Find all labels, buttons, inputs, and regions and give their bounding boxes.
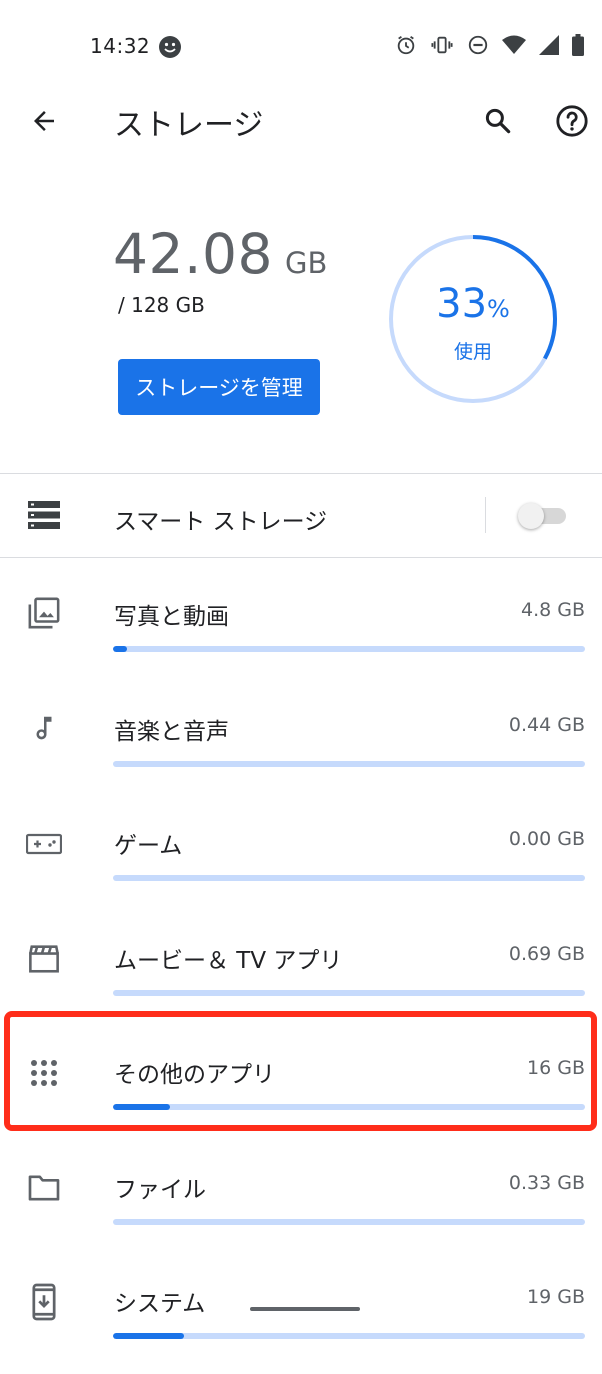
back-button[interactable] (22, 99, 66, 143)
alarm-icon (395, 34, 417, 56)
category-size: 0.00 GB (508, 828, 585, 850)
system-update-icon (24, 1282, 64, 1322)
help-icon (556, 105, 588, 137)
storage-list-icon (28, 501, 60, 533)
category-size: 0.69 GB (508, 943, 585, 965)
used-storage: 42.08 GB (113, 222, 327, 286)
category-progress-fill (113, 1333, 184, 1339)
category-size: 0.33 GB (508, 1172, 585, 1194)
gamepad-icon (24, 824, 64, 864)
photo-icon (24, 593, 64, 633)
smart-storage-row[interactable]: スマート ストレージ (0, 474, 602, 557)
search-icon (485, 108, 511, 134)
category-progress (113, 1219, 585, 1225)
status-bar: 14:32 (0, 0, 602, 95)
category-files[interactable]: ファイル 0.33 GB (0, 1146, 602, 1260)
category-photos-videos[interactable]: 写真と動画 4.8 GB (0, 573, 602, 687)
category-progress (113, 646, 585, 652)
manage-storage-button[interactable]: ストレージを管理 (118, 359, 320, 415)
category-size: 4.8 GB (520, 599, 585, 621)
usage-percent-sign: % (487, 295, 510, 323)
total-storage: / 128 GB (118, 293, 205, 317)
arrow-back-icon (34, 111, 54, 131)
category-progress (113, 875, 585, 881)
category-size: 16 GB (527, 1057, 585, 1079)
category-label: システム (114, 1291, 206, 1317)
category-progress (113, 761, 585, 767)
category-size: 19 GB (527, 1286, 585, 1308)
status-time: 14:32 (90, 34, 151, 58)
usage-percent: 33% 使用 (388, 282, 558, 364)
category-label: ファイル (114, 1177, 206, 1203)
category-label: ゲーム (114, 833, 183, 859)
category-size: 0.44 GB (508, 714, 585, 736)
battery-icon (572, 34, 584, 56)
smart-storage-separator (485, 497, 486, 533)
navigation-handle[interactable] (250, 1307, 360, 1311)
category-label: 音楽と音声 (114, 719, 229, 745)
cell-signal-icon (539, 35, 559, 55)
smart-storage-toggle[interactable] (518, 503, 568, 529)
help-button[interactable] (550, 99, 594, 143)
used-storage-unit: GB (284, 246, 328, 280)
category-label: ムービー＆ TV アプリ (114, 948, 343, 974)
do-not-disturb-icon (467, 34, 489, 56)
divider (0, 557, 602, 558)
toggle-thumb (518, 503, 544, 529)
category-progress (113, 1104, 585, 1110)
apps-grid-icon (24, 1053, 64, 1093)
search-button[interactable] (476, 99, 520, 143)
used-storage-value: 42.08 (113, 222, 273, 286)
smiley-icon (158, 35, 182, 63)
category-music-audio[interactable]: 音楽と音声 0.44 GB (0, 688, 602, 802)
smart-storage-label: スマート ストレージ (114, 509, 328, 535)
page-title: ストレージ (114, 108, 264, 143)
app-bar: ストレージ (0, 95, 602, 151)
movie-icon (24, 939, 64, 979)
usage-percent-label: 使用 (453, 341, 492, 363)
category-progress (113, 990, 585, 996)
usage-percent-value: 33 (436, 281, 488, 327)
category-system[interactable]: システム 19 GB (0, 1260, 602, 1374)
status-icons (395, 34, 584, 56)
wifi-icon (502, 35, 526, 55)
category-progress (113, 1333, 585, 1339)
music-note-icon (24, 708, 64, 748)
category-progress-fill (113, 1104, 170, 1110)
category-progress-fill (113, 646, 128, 652)
vibrate-icon (430, 34, 454, 56)
category-other-apps[interactable]: その他のアプリ 16 GB (0, 1031, 602, 1145)
category-games[interactable]: ゲーム 0.00 GB (0, 802, 602, 916)
category-label: その他のアプリ (114, 1062, 275, 1088)
category-label: 写真と動画 (114, 604, 229, 630)
category-movies-tv[interactable]: ムービー＆ TV アプリ 0.69 GB (0, 917, 602, 1031)
folder-icon (24, 1168, 64, 1208)
